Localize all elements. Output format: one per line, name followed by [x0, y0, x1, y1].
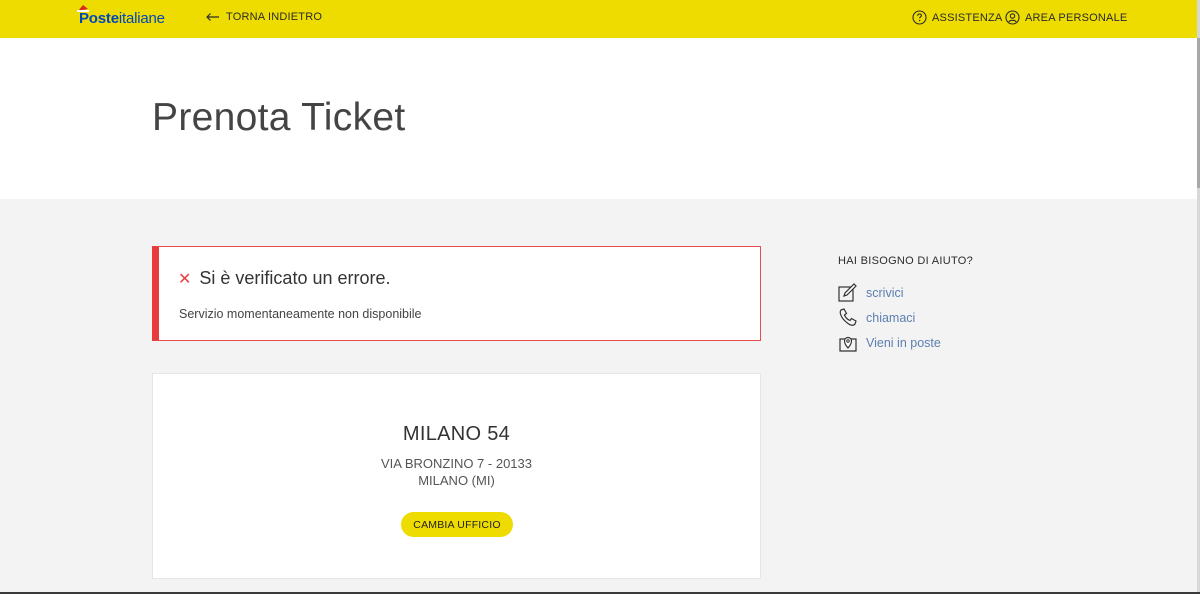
logo-thin-text: italiane: [118, 9, 165, 27]
page-header: Prenota Ticket: [0, 38, 1197, 199]
office-address-line2: MILANO (MI): [418, 473, 495, 488]
back-label: TORNA INDIETRO: [226, 11, 323, 23]
pencil-icon: [838, 283, 857, 302]
top-bar: Poste italiane TORNA INDIETRO ASSISTENZA …: [0, 0, 1197, 38]
close-x-icon: ✕: [178, 270, 192, 288]
personal-area-link[interactable]: AREA PERSONALE: [1005, 10, 1127, 25]
assistance-link[interactable]: ASSISTENZA: [912, 10, 1002, 25]
user-circle-icon: [1005, 10, 1020, 25]
change-office-button[interactable]: CAMBIA UFFICIO: [401, 512, 513, 537]
office-name: MILANO 54: [402, 423, 511, 445]
poste-logo[interactable]: Poste italiane: [77, 5, 165, 28]
question-circle-icon: [912, 10, 927, 25]
help-write-link[interactable]: scrivici: [838, 283, 904, 302]
error-message: Servizio momentaneamente non disponibile: [179, 307, 422, 321]
error-alert: ✕ Si è verificato un errore. Servizio mo…: [152, 246, 761, 341]
office-card: MILANO 54 VIA BRONZINO 7 - 20133 MILANO …: [152, 373, 761, 579]
help-call-link[interactable]: chiamaci: [838, 308, 915, 327]
location-icon: [839, 336, 857, 352]
page-title: Prenota Ticket: [152, 96, 406, 139]
help-call-label: chiamaci: [866, 310, 916, 325]
phone-icon: [839, 308, 857, 326]
arrow-left-icon: [206, 13, 219, 21]
error-title-row: ✕ Si è verificato un errore.: [178, 268, 391, 289]
help-visit-link[interactable]: Vieni in poste: [838, 333, 941, 352]
help-visit-label: Vieni in poste: [866, 335, 941, 350]
help-write-label: scrivici: [866, 285, 904, 300]
assistance-label: ASSISTENZA: [932, 11, 1003, 24]
help-title: HAI BISOGNO DI AIUTO?: [838, 255, 974, 267]
logo-bold-text: Poste: [79, 9, 119, 27]
office-address-line1: VIA BRONZINO 7 - 20133: [380, 456, 532, 471]
error-title: Si è verificato un errore.: [199, 268, 391, 288]
personal-area-label: AREA PERSONALE: [1025, 11, 1128, 24]
back-link[interactable]: TORNA INDIETRO: [205, 11, 322, 23]
santa-hat-icon: [77, 5, 89, 12]
help-panel: HAI BISOGNO DI AIUTO? scrivici chiamaci …: [838, 255, 974, 352]
